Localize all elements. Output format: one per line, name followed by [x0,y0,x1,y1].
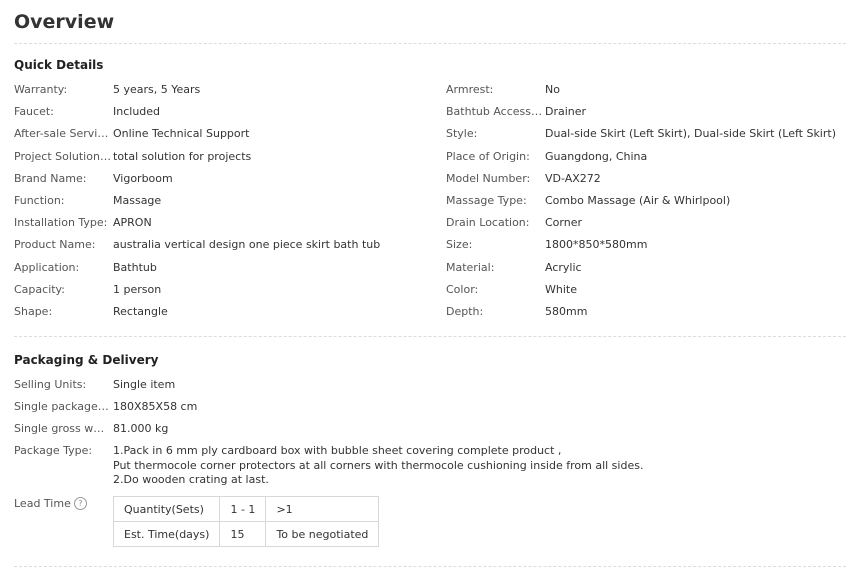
attr-value: Acrylic [545,260,582,274]
table-cell: >1 [265,496,380,522]
attr-value: total solution for projects [113,149,252,163]
attr-value: Online Technical Support [113,127,250,141]
divider [14,566,846,567]
table-row: Est. Time(days) 15 To be negotiated [112,521,380,547]
attr-value: 5 years, 5 Years [113,83,201,96]
attr-value: Included [113,105,161,119]
attr-value: 81.000 kg [113,422,169,435]
attr-label: Armrest: [446,83,494,96]
attr-label: Depth: [446,305,484,318]
attr-value: australia vertical design one piece skir… [113,238,381,252]
attr-value: 1 person [113,282,162,296]
attr-label: Capacity: [14,282,65,296]
attr-label: After-sale Service: [14,127,111,141]
table-cell: Quantity(Sets) [112,496,221,522]
lead-time-text: Lead Time [14,497,71,510]
table-row: Quantity(Sets) 1 - 1 >1 [112,496,380,522]
attr-value: No [545,83,560,96]
attr-label: Place of Origin: [446,149,530,163]
attr-label: Size: [446,238,473,252]
attr-label: Product Name: [14,238,96,252]
attr-value: Corner [545,216,583,230]
quick-details-heading: Quick Details [14,58,104,72]
page-title: Overview [14,11,115,33]
attr-label: Brand Name: [14,171,87,185]
attr-value: Massage [113,194,162,207]
attr-label: Color: [446,282,479,296]
attr-label: Bathtub Accesso... [446,105,543,119]
attr-value: 1800*850*580mm [545,238,648,252]
attr-label: Shape: [14,305,53,318]
divider [14,336,846,337]
attr-label: Style: [446,127,478,141]
package-type-value: 1.Pack in 6 mm ply cardboard box with bu… [113,444,643,488]
attr-value: 180X85X58 cm [113,400,198,413]
table-cell: Est. Time(days) [112,521,221,547]
attr-value: Vigorboom [113,171,173,185]
attr-label: Project Solution ... [14,149,111,163]
attr-label: Model Number: [446,171,531,185]
lead-time-label: Lead Time ? [14,497,87,510]
attr-value: VD-AX272 [545,171,601,185]
attr-label: Application: [14,260,80,274]
attr-label: Installation Type: [14,216,108,230]
table-cell: 15 [219,521,267,547]
attr-value: Drainer [545,105,587,119]
attr-label: Drain Location: [446,216,530,230]
attr-label: Selling Units: [14,378,87,391]
package-type-line: 1.Pack in 6 mm ply cardboard box with bu… [113,444,562,457]
attr-value: Guangdong, China [545,149,648,163]
attr-value: APRON [113,216,152,230]
product-overview-panel: Overview Quick Details Warranty: 5 years,… [0,0,862,574]
package-type-line: Put thermocole corner protectors at all … [113,458,644,472]
packaging-heading: Packaging & Delivery [14,353,159,367]
attr-label: Faucet: [14,105,54,119]
divider [14,43,846,44]
attr-value: Rectangle [113,305,168,318]
attr-value: Combo Massage (Air & Whirlpool) [545,194,731,207]
attr-value: White [545,282,577,296]
attr-label: Single gross wei... [14,422,111,435]
package-type-line: 2.Do wooden crating at last. [113,473,269,486]
attr-label: Warranty: [14,83,68,96]
attr-label: Massage Type: [446,194,527,207]
table-cell: To be negotiated [265,521,380,547]
attr-value: Dual-side Skirt (Left Skirt), Dual-side … [545,127,836,141]
table-cell: 1 - 1 [219,496,267,522]
attr-value: Bathtub [113,260,157,274]
attr-label: Single package si... [14,400,111,413]
attr-value: Single item [113,378,176,391]
lead-time-table: Quantity(Sets) 1 - 1 >1 Est. Time(days) … [112,496,380,547]
attr-label: Material: [446,260,495,274]
attr-value: 580mm [545,305,588,318]
attr-label: Function: [14,194,65,207]
help-icon[interactable]: ? [73,497,87,510]
attr-label: Package Type: [14,444,93,457]
